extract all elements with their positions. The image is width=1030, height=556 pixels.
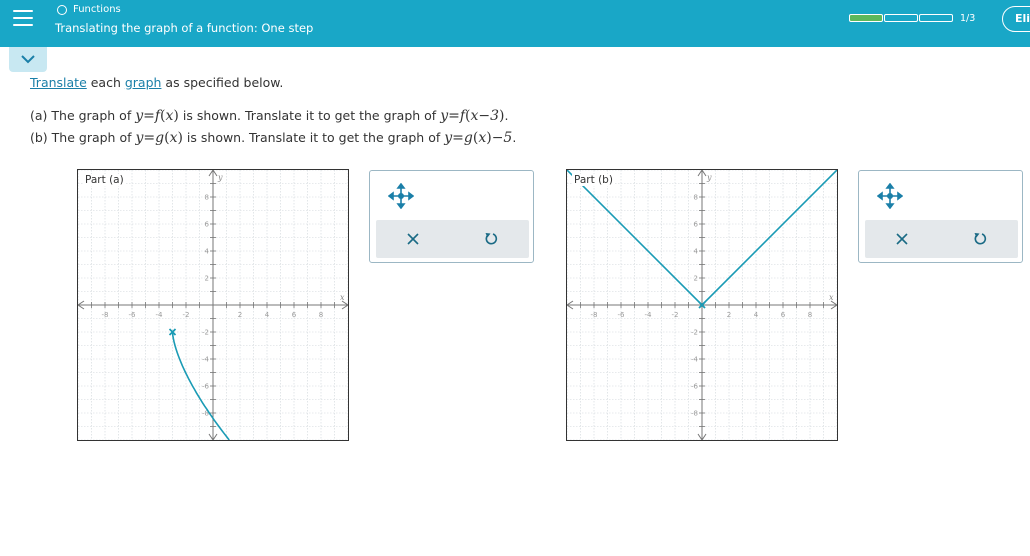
question-a-mid: is shown. Translate it to get the graph … (182, 108, 441, 123)
y-tick-label: -6 (691, 383, 699, 391)
question-b: (b) The graph of y=g(x) is shown. Transl… (30, 130, 516, 146)
tool-panel-a (369, 170, 534, 263)
part-a-label: Part (a) (83, 174, 126, 186)
x-tick-label: -2 (672, 311, 679, 319)
graph-part-b[interactable]: -8 -6 -4 -2 2 4 6 8 8 6 4 2 -2 -4 -6 -8 x y Part (b) (566, 169, 838, 441)
x-tick-label: 4 (265, 311, 270, 319)
x-tick-label: 2 (238, 311, 242, 319)
y-axis-label: y (706, 173, 712, 182)
y-tick-label: 8 (694, 194, 698, 202)
top-bar: Functions Translating the graph of a fun… (0, 0, 1030, 47)
x-tick-label: -4 (645, 311, 653, 319)
y-tick-label: -4 (202, 356, 210, 364)
question-a-prefix: (a) The graph of (30, 108, 136, 123)
topic-line: Functions (57, 4, 121, 15)
progress-segment (919, 14, 953, 22)
y-tick-label: 8 (205, 194, 209, 202)
x-tick-label: 8 (808, 311, 812, 319)
question-b-mid: is shown. Translate it to get the graph … (186, 130, 445, 145)
x-tick-label: -2 (183, 311, 190, 319)
clear-icon[interactable] (404, 230, 422, 248)
progress-segment (849, 14, 883, 22)
y-tick-label: -2 (202, 329, 209, 337)
x-tick-label: -8 (591, 311, 598, 319)
collapse-button[interactable] (9, 47, 47, 72)
function-f: y=f(x) (135, 108, 179, 124)
question-b-prefix: (b) The graph of (30, 130, 136, 145)
y-tick-label: 4 (694, 248, 699, 256)
graph-link[interactable]: graph (125, 75, 162, 90)
topic-label: Functions (73, 4, 121, 15)
chevron-down-icon (21, 55, 35, 64)
question-a: (a) The graph of y=f(x) is shown. Transl… (30, 108, 509, 124)
move-tool-icon[interactable] (388, 183, 414, 209)
function-g: y=g(x) (135, 130, 183, 146)
explain-button[interactable]: Eli (1002, 6, 1030, 32)
x-axis-label: x (340, 293, 345, 302)
y-tick-label: 4 (205, 248, 210, 256)
x-tick-label: -8 (102, 311, 109, 319)
undo-icon[interactable] (971, 230, 989, 248)
y-tick-label: -8 (691, 410, 698, 418)
graph-canvas-b[interactable]: -8 -6 -4 -2 2 4 6 8 8 6 4 2 -2 -4 -6 -8 x y (567, 170, 837, 440)
menu-icon[interactable] (13, 10, 33, 28)
progress-text: 1/3 (960, 13, 976, 24)
instructions: Translate each graph as specified below. (30, 75, 283, 90)
target-function-b: y=g(x)−5 (444, 130, 513, 146)
question-b-end: . (512, 130, 517, 145)
graph-part-a[interactable]: -8 -6 -4 -2 2 4 6 8 8 6 4 2 -2 -4 -6 -8 x y Part (a) (77, 169, 349, 441)
tool-row-a (376, 220, 529, 258)
instructions-text: as specified below. (161, 75, 284, 90)
graph-canvas-a[interactable]: -8 -6 -4 -2 2 4 6 88642-2-4-6-8xy (78, 170, 348, 440)
x-tick-label: -4 (156, 311, 164, 319)
y-tick-label: -2 (691, 329, 698, 337)
y-tick-label: -4 (691, 356, 699, 364)
progress-bar (849, 14, 954, 22)
y-tick-label: -6 (202, 383, 210, 391)
y-tick-label: 6 (205, 221, 210, 229)
tool-panel-b (858, 170, 1023, 263)
x-axis-label: x (829, 293, 834, 302)
target-function-a: y=f(x−3) (440, 108, 505, 124)
translate-link[interactable]: Translate (30, 75, 87, 90)
part-b-label: Part (b) (572, 174, 615, 186)
x-tick-label: -6 (129, 311, 137, 319)
x-tick-label: 4 (754, 311, 759, 319)
topic-circle-icon (57, 4, 67, 15)
x-tick-label: 8 (319, 311, 323, 319)
y-tick-label: 6 (694, 221, 699, 229)
question-a-end: . (504, 108, 509, 123)
y-tick-label: 2 (694, 275, 698, 283)
y-tick-label: 2 (205, 275, 209, 283)
lesson-title: Translating the graph of a function: One… (55, 21, 314, 35)
instructions-text: each (86, 75, 125, 90)
y-axis-label: y (217, 173, 223, 182)
tool-row-b (865, 220, 1018, 258)
undo-icon[interactable] (482, 230, 500, 248)
x-tick-label: -6 (618, 311, 626, 319)
x-tick-label: 6 (781, 311, 786, 319)
move-tool-icon[interactable] (877, 183, 903, 209)
progress-segment (884, 14, 918, 22)
x-tick-label: 2 (727, 311, 731, 319)
x-tick-label: 6 (292, 311, 297, 319)
clear-icon[interactable] (893, 230, 911, 248)
